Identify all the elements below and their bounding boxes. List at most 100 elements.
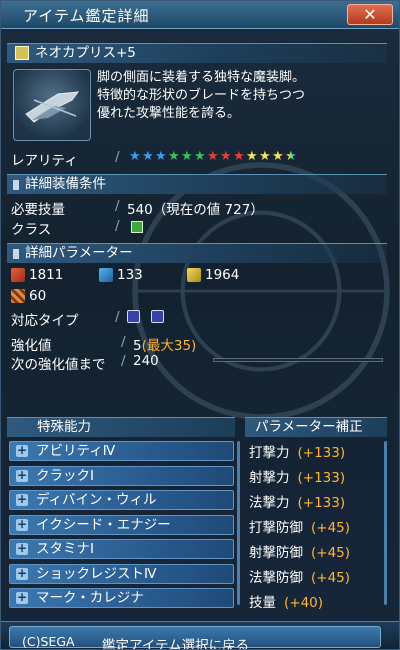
parameters-header: 詳細パラメーター (7, 243, 387, 263)
title-bar: アイテム鑑定詳細 ✕ (1, 1, 399, 29)
weapon-category-icon (15, 46, 29, 60)
rarity-star-icon: ★ (259, 149, 271, 164)
rarity-star-icon: ★ (220, 149, 232, 164)
ranged-attack-icon (99, 268, 113, 282)
rarity-star-icon: ★ (129, 149, 141, 164)
rarity-star-icon: ★ (181, 149, 193, 164)
type-label: 対応タイプ (11, 313, 79, 329)
param-bonus-label: 法撃防御 (249, 570, 303, 586)
divider-slash: / (115, 309, 120, 325)
skill-label: 必要技量 (11, 202, 65, 218)
next-grind-progress-bar (213, 358, 383, 362)
param-bonus-row: 打撃力 (+133) (249, 441, 345, 461)
expand-plus-icon: + (16, 443, 28, 457)
item-name: ネオカプリス+5 (35, 45, 136, 61)
param-bonus-value: (+40) (284, 595, 324, 611)
rarity-star-icon: ★ (285, 149, 298, 164)
param-bonus-value: (+133) (297, 470, 346, 486)
requirements-header: 詳細装備条件 (7, 174, 387, 194)
divider-slash: / (115, 218, 120, 234)
param-bonus-row: 射撃防御 (+45) (249, 541, 350, 561)
rarity-star-icon: ★ (194, 149, 206, 164)
braver-class-icon (131, 221, 143, 233)
divider-slash: / (121, 334, 126, 350)
ability-label: アビリティⅣ (36, 443, 116, 459)
ability-label: マーク・カレジナ (36, 590, 144, 606)
rarity-label: レアリティ (11, 153, 78, 169)
rarity-star-icon: ★ (155, 149, 167, 164)
ranged-attack-value: 133 (117, 267, 143, 283)
param-bonus-value: (+133) (297, 495, 346, 511)
type-icon-a (127, 310, 140, 323)
grind-label: 強化値 (11, 338, 52, 354)
expand-plus-icon: + (16, 492, 28, 506)
parameters-title: 詳細パラメーター (25, 245, 133, 261)
rarity-star-icon: ★ (168, 149, 180, 164)
weapon-thumbnail-icon (25, 91, 80, 123)
strike-attack-icon (11, 268, 25, 282)
abilities-title: 特殊能力 (37, 419, 91, 435)
ability-item[interactable]: + クラックⅠ (9, 465, 234, 486)
abilities-header: 特殊能力 (7, 417, 235, 437)
param-bonus-label: 射撃力 (249, 470, 290, 486)
skill-value: 540（現在の値 727） (127, 202, 264, 218)
close-button[interactable]: ✕ (347, 4, 393, 25)
type-icon-b (151, 310, 164, 323)
tech-attack-value: 1964 (205, 267, 240, 283)
ability-item[interactable]: + ショックレジストⅣ (9, 563, 234, 584)
description-line: 優れた攻撃性能を誇る。 (97, 106, 241, 121)
param-bonus-row: 射撃力 (+133) (249, 466, 345, 486)
divider-slash: / (115, 198, 120, 214)
footer-bar: (C)SEGA 鑑定アイテム選択に戻る (1, 621, 399, 650)
param-bonus-row: 打撃防御 (+45) (249, 516, 350, 536)
param-bonus-row: 法撃力 (+133) (249, 491, 345, 511)
defense-value: 60 (29, 288, 47, 304)
param-bonus-value: (+133) (297, 445, 346, 461)
param-bonus-value: (+45) (311, 520, 351, 536)
param-bonus-header: パラメーター補正 (245, 417, 387, 437)
rarity-star-icon: ★ (207, 149, 219, 164)
copyright-text: (C)SEGA (22, 634, 75, 649)
section-marker-icon (13, 180, 19, 190)
grind-max: (最大35) (141, 338, 197, 354)
expand-plus-icon: + (16, 565, 28, 580)
ability-label: ディバイン・ウィル (36, 492, 157, 508)
ability-item[interactable]: + ディバイン・ウィル (9, 490, 234, 510)
ability-label: イクシード・エナジー (36, 516, 171, 533)
grind-value: 5 (133, 338, 142, 354)
ability-item[interactable]: + スタミナⅠ (9, 539, 234, 559)
divider-slash: / (115, 149, 120, 165)
grind-value-group: 5(最大35) (133, 334, 196, 354)
expand-plus-icon: + (16, 516, 28, 531)
class-label: クラス (11, 222, 52, 238)
requirements-title: 詳細装備条件 (25, 176, 106, 192)
param-bonus-label: 打撃力 (249, 445, 290, 461)
param-bonus-value: (+45) (311, 570, 351, 586)
param-bonus-scrollbar[interactable] (384, 441, 387, 605)
rarity-star-icon: ★ (233, 149, 245, 164)
item-description: 脚の側面に装着する独特な魔装脚。 特徴的な形状のブレードを持ちつつ 優れた攻撃性… (97, 69, 387, 123)
ability-label: クラックⅠ (36, 467, 94, 484)
ability-item[interactable]: + イクシード・エナジー (9, 514, 234, 535)
rarity-star-icon: ★ (272, 149, 284, 164)
window-title: アイテム鑑定詳細 (23, 7, 150, 25)
ability-item[interactable]: + アビリティⅣ (9, 441, 234, 461)
description-line: 特徴的な形状のブレードを持ちつつ (97, 88, 306, 103)
next-grind-value: 240 (133, 353, 159, 369)
back-to-selection-button[interactable]: (C)SEGA 鑑定アイテム選択に戻る (9, 626, 381, 650)
section-marker-icon (13, 249, 19, 259)
expand-plus-icon: + (16, 541, 28, 555)
param-bonus-label: 法撃力 (249, 495, 290, 511)
ability-item[interactable]: + マーク・カレジナ (9, 588, 234, 608)
description-line: 脚の側面に装着する独特な魔装脚。 (97, 70, 306, 85)
expand-plus-icon: + (16, 590, 28, 604)
close-icon: ✕ (363, 5, 377, 24)
param-bonus-label: 打撃防御 (249, 520, 303, 536)
tech-attack-icon (187, 268, 201, 282)
weapon-thumbnail (13, 69, 91, 141)
rarity-star-icon: ★ (246, 149, 258, 164)
ability-label: ショックレジストⅣ (36, 565, 157, 582)
param-bonus-label: 射撃防御 (249, 545, 303, 561)
back-button-label: 鑑定アイテム選択に戻る (102, 638, 250, 650)
abilities-scrollbar[interactable] (237, 441, 240, 605)
